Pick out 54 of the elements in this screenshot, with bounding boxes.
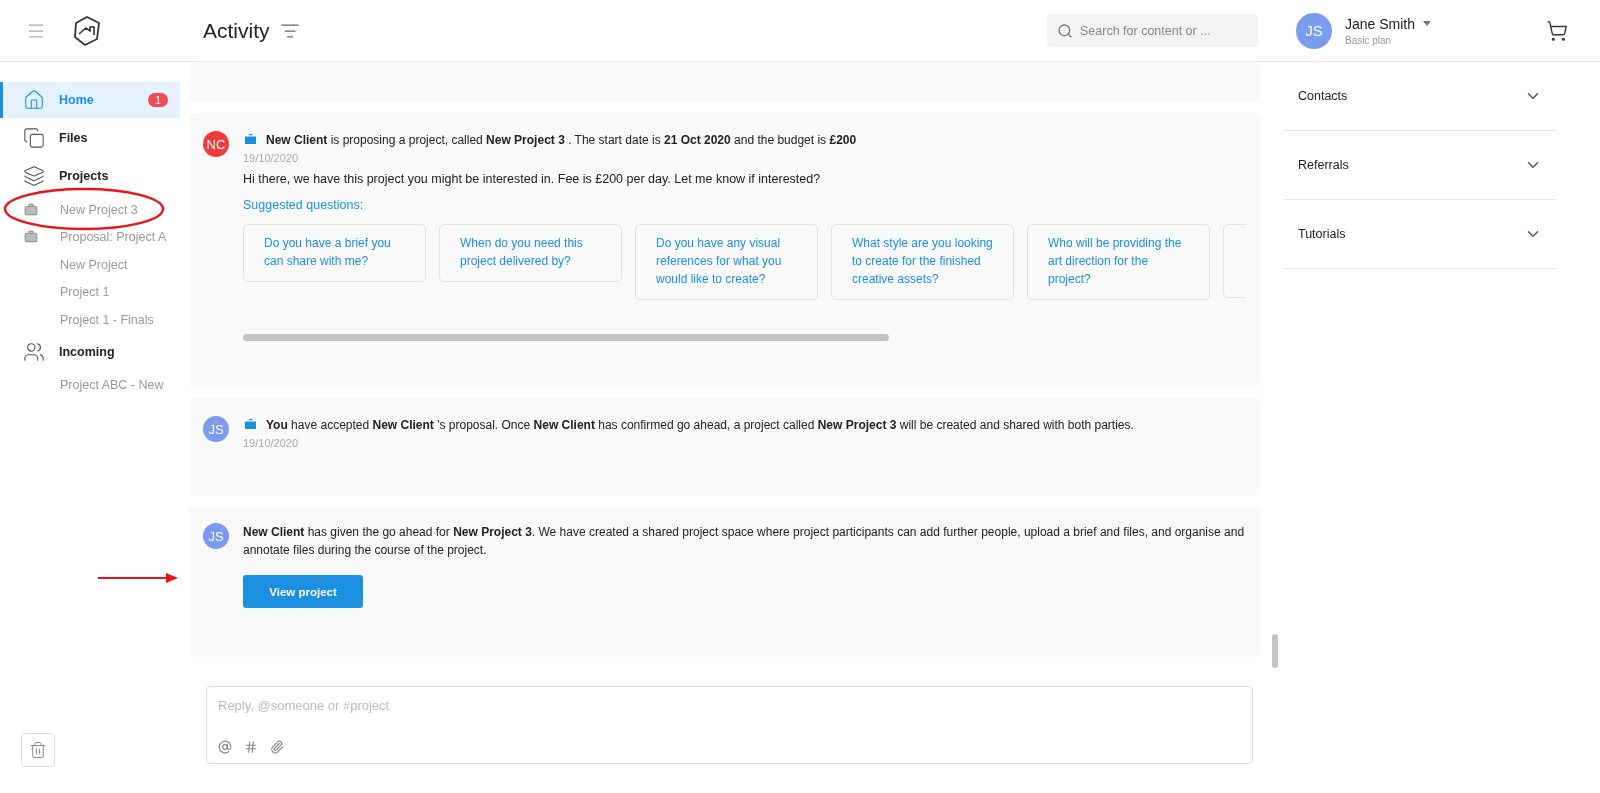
question-chip[interactable]: When do you need this project delivered by?: [439, 224, 622, 282]
scrollbar[interactable]: [243, 334, 889, 341]
section-title: Referrals: [1298, 158, 1349, 172]
home-icon: [23, 89, 45, 111]
question-chip[interactable]: What style are you looking to create for the finished creative assets?: [831, 224, 1014, 300]
trash-icon: [29, 741, 47, 759]
nav-item[interactable]: Files: [0, 120, 180, 156]
project-link[interactable]: Project 1: [60, 285, 110, 300]
activity-message: New Client has given the go ahead for New Project 3. We have created a shared project space where project participants can add further people, upload a brief and files, and organise and annotate files during the course of the project.: [243, 524, 1246, 559]
question-chip[interactable]: Who will be providing the art direction for the project?: [1027, 224, 1210, 300]
question-chip[interactable]: Do you have any visual references for what you would like to create?: [635, 224, 818, 300]
question-chip[interactable]: Do you have a brief you can share with me?: [243, 224, 426, 282]
plan-label: Basic plan: [1345, 34, 1393, 46]
layers-icon: [23, 165, 45, 187]
view-project-button[interactable]: View project: [243, 575, 363, 608]
user-avatar: JS: [1296, 12, 1332, 49]
avatar: JS: [203, 523, 229, 549]
suggested-questions-heading: Suggested questions:: [243, 198, 365, 212]
scrollbar[interactable]: [1272, 634, 1278, 668]
project-link[interactable]: Proposal: Project A: [60, 230, 167, 245]
caret-icon[interactable]: [1423, 21, 1432, 26]
files-icon: [23, 127, 45, 149]
nav-item[interactable]: Home 1: [0, 82, 180, 118]
section-title: Contacts: [1298, 89, 1348, 103]
project-link[interactable]: New Project 3: [60, 202, 138, 217]
message-date: 19/10/2020: [243, 152, 300, 164]
project-link[interactable]: Project 1 - Finals: [60, 312, 154, 327]
accordion-header[interactable]: Tutorials: [1283, 200, 1557, 269]
nav-item[interactable]: Projects: [0, 158, 180, 194]
logo-icon: [72, 14, 102, 47]
mention-icon[interactable]: [218, 740, 232, 754]
project-link[interactable]: Project ABC - New: [60, 378, 164, 393]
search-icon: [1057, 23, 1073, 39]
attachment-icon[interactable]: [270, 740, 284, 754]
avatar: NC: [203, 131, 229, 157]
project-link[interactable]: New Project: [60, 257, 128, 272]
page-title: Activity: [203, 18, 270, 43]
user-name[interactable]: Jane Smith: [1345, 15, 1416, 32]
search-field[interactable]: Search for content or ...: [1047, 14, 1258, 47]
message-body: Hi there, we have this project you might be interested in. Fee is £200 per day. Let me know if interested?: [243, 172, 822, 186]
notification-badge: 1: [147, 93, 168, 107]
trash-button[interactable]: [21, 733, 55, 767]
accordion-header[interactable]: Referrals: [1283, 131, 1557, 200]
message-date: 19/10/2020: [243, 437, 300, 449]
nav-item[interactable]: Incoming: [0, 333, 180, 370]
accordion-header[interactable]: Contacts: [1283, 62, 1557, 131]
activity-message: You have accepted New Client 's proposal. Once New Client has confirmed go ahead, a project called New Project 3 will be created and shared with both parties.: [266, 417, 1134, 434]
hashtag-icon[interactable]: [244, 740, 258, 754]
cart-icon[interactable]: [1546, 19, 1568, 42]
avatar: JS: [203, 416, 229, 442]
reply-field[interactable]: Reply, @someone or #project: [218, 698, 1241, 713]
section-title: Tutorials: [1298, 227, 1346, 241]
activity-message: New Client is proposing a project, called New Project 3 . The start date is 21 Oct 2020 and the budget is £200: [266, 132, 857, 149]
users-icon: [23, 340, 45, 363]
